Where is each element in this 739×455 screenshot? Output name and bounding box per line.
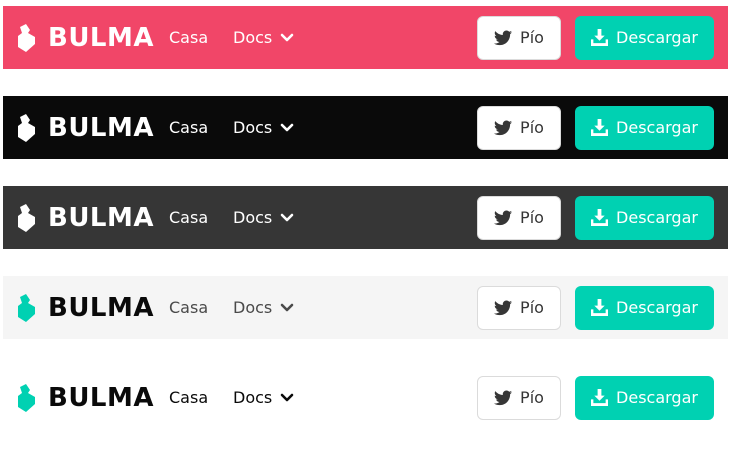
tweet-button-label: Pío bbox=[520, 298, 544, 317]
nav-link-home[interactable]: Casa bbox=[169, 209, 208, 226]
nav-link-docs: Docs bbox=[233, 27, 273, 47]
navbar-white: BULMA Casa Docs Pío Descargar bbox=[3, 366, 728, 429]
twitter-icon bbox=[494, 30, 513, 45]
tweet-button-label: Pío bbox=[520, 118, 544, 137]
nav-link-docs: Docs bbox=[233, 207, 273, 227]
brand-link[interactable]: BULMA bbox=[16, 112, 154, 143]
navbar-dark: BULMA Casa Docs Pío Descargar bbox=[3, 186, 728, 249]
download-icon bbox=[591, 119, 609, 136]
brand-link[interactable]: BULMA bbox=[16, 22, 154, 53]
tweet-button[interactable]: Pío bbox=[477, 375, 561, 420]
download-icon bbox=[591, 29, 609, 46]
chevron-down-icon bbox=[280, 123, 294, 131]
brand-name: BULMA bbox=[48, 292, 154, 323]
bulma-logo-icon bbox=[18, 383, 35, 412]
nav-dropdown-docs[interactable]: Docs bbox=[233, 297, 294, 317]
navbar-black: BULMA Casa Docs Pío Descargar bbox=[3, 96, 728, 159]
tweet-button-label: Pío bbox=[520, 208, 544, 227]
twitter-icon bbox=[494, 120, 513, 135]
tweet-button[interactable]: Pío bbox=[477, 15, 561, 60]
navbar-light: BULMA Casa Docs Pío Descargar bbox=[3, 276, 728, 339]
chevron-down-icon bbox=[280, 33, 294, 41]
bulma-logo-icon bbox=[18, 23, 35, 52]
page: { "navbars": [ { "theme": "primary", "ba… bbox=[0, 0, 739, 455]
download-button-label: Descargar bbox=[616, 118, 698, 137]
nav-link-home[interactable]: Casa bbox=[169, 299, 208, 316]
nav-link-docs: Docs bbox=[233, 117, 273, 137]
twitter-icon bbox=[494, 300, 513, 315]
download-icon bbox=[591, 299, 609, 316]
download-button[interactable]: Descargar bbox=[575, 195, 714, 240]
tweet-button[interactable]: Pío bbox=[477, 195, 561, 240]
nav-link-docs: Docs bbox=[233, 387, 273, 407]
nav-link-docs: Docs bbox=[233, 297, 273, 317]
brand-name: BULMA bbox=[48, 202, 154, 233]
download-button-label: Descargar bbox=[616, 298, 698, 317]
brand-link[interactable]: BULMA bbox=[16, 202, 154, 233]
nav-link-home[interactable]: Casa bbox=[169, 119, 208, 136]
bulma-logo-icon bbox=[18, 293, 35, 322]
download-button[interactable]: Descargar bbox=[575, 285, 714, 330]
chevron-down-icon bbox=[280, 393, 294, 401]
nav-dropdown-docs[interactable]: Docs bbox=[233, 387, 294, 407]
nav-link-home[interactable]: Casa bbox=[169, 29, 208, 46]
nav-dropdown-docs[interactable]: Docs bbox=[233, 207, 294, 227]
brand-name: BULMA bbox=[48, 382, 154, 413]
nav-dropdown-docs[interactable]: Docs bbox=[233, 27, 294, 47]
download-button[interactable]: Descargar bbox=[575, 105, 714, 150]
download-button-label: Descargar bbox=[616, 208, 698, 227]
chevron-down-icon bbox=[280, 303, 294, 311]
tweet-button-label: Pío bbox=[520, 388, 544, 407]
chevron-down-icon bbox=[280, 213, 294, 221]
tweet-button-label: Pío bbox=[520, 28, 544, 47]
tweet-button[interactable]: Pío bbox=[477, 285, 561, 330]
nav-dropdown-docs[interactable]: Docs bbox=[233, 117, 294, 137]
brand-link[interactable]: BULMA bbox=[16, 292, 154, 323]
twitter-icon bbox=[494, 390, 513, 405]
download-icon bbox=[591, 209, 609, 226]
brand-link[interactable]: BULMA bbox=[16, 382, 154, 413]
download-button[interactable]: Descargar bbox=[575, 15, 714, 60]
brand-name: BULMA bbox=[48, 22, 154, 53]
nav-link-home[interactable]: Casa bbox=[169, 389, 208, 406]
brand-name: BULMA bbox=[48, 112, 154, 143]
download-button-label: Descargar bbox=[616, 28, 698, 47]
twitter-icon bbox=[494, 210, 513, 225]
bulma-logo-icon bbox=[18, 203, 35, 232]
download-button[interactable]: Descargar bbox=[575, 375, 714, 420]
bulma-logo-icon bbox=[18, 113, 35, 142]
download-button-label: Descargar bbox=[616, 388, 698, 407]
tweet-button[interactable]: Pío bbox=[477, 105, 561, 150]
download-icon bbox=[591, 389, 609, 406]
navbar-primary: BULMA Casa Docs Pío Descargar bbox=[3, 6, 728, 69]
